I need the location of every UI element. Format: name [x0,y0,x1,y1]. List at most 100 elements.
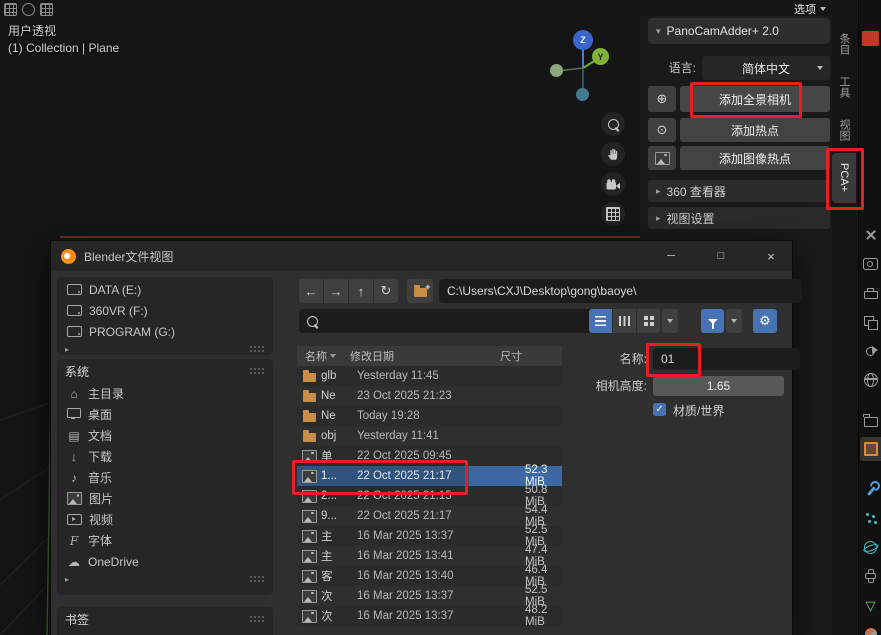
shading-icon[interactable] [40,3,53,16]
editor-badge-icon[interactable] [862,31,879,46]
sidebar-item-music[interactable]: ♪音乐 [57,467,273,488]
move-view-button[interactable] [601,142,625,166]
options-dropdown[interactable]: 选项 [794,1,826,17]
sidebar-item-video[interactable]: 视频 [57,509,273,530]
sidebar-item-desktop[interactable]: 桌面 [57,404,273,425]
gizmo-y-axis[interactable]: Y [592,48,609,65]
npanel-tab-tool[interactable]: 工具 [832,67,856,107]
path-input[interactable] [447,284,794,298]
file-row[interactable]: 次16 Mar 2025 13:3748.2 MiB [297,606,562,626]
viewer-360-section[interactable]: ▸ 360 查看器 [648,180,830,202]
dialog-titlebar[interactable]: Blender文件视图 ─ □ × [51,241,792,271]
up-button[interactable]: ↑ [349,279,373,303]
image-hotspot-icon-button[interactable] [648,146,676,170]
navigation-gizmo[interactable]: Z Y [538,24,630,110]
gizmo-z-axis[interactable]: Z [573,30,593,50]
back-button[interactable]: ← [299,279,323,303]
volume-item[interactable]: PROGRAM (G:) [57,321,273,342]
bookmarks-header[interactable]: 书签 [57,607,273,631]
sidebar-item-home[interactable]: ⌂主目录 [57,383,273,404]
addon-panel-header[interactable]: ▾ PanoCamAdder+ 2.0 [648,18,830,44]
material-world-checkbox[interactable]: ✓ [653,403,666,416]
render-tab[interactable] [860,252,881,276]
search-field[interactable] [299,309,602,333]
add-hotspot-button[interactable]: 添加热点 [680,118,830,142]
world-tab[interactable] [860,368,881,392]
filter-button[interactable] [701,309,724,333]
column-date[interactable]: 修改日期 [350,348,394,364]
sidebar-item-cloud[interactable]: ☁OneDrive [57,551,273,572]
maximize-button[interactable]: □ [700,241,742,271]
constraints-icon [868,569,874,583]
npanel-tab-item[interactable]: 条目 [832,24,856,64]
file-row[interactable]: 主16 Mar 2025 13:3752.5 MiB [297,526,562,546]
search-input[interactable] [324,314,594,328]
constraints-tab[interactable] [860,564,881,588]
object-tab[interactable] [860,437,881,461]
language-dropdown[interactable]: 简体中文 [702,56,830,80]
grip-icon[interactable] [249,345,265,353]
file-row[interactable]: 客16 Mar 2025 13:4046.4 MiB [297,566,562,586]
view-layer-tab[interactable] [860,310,881,334]
create-folder-button[interactable]: + [407,279,433,303]
tool-tab[interactable] [860,223,881,247]
zoom-button[interactable] [601,112,625,136]
hotspot-icon-button[interactable]: ⊙ [648,118,676,142]
sidebar-item-image[interactable]: 图片 [57,488,273,509]
expand-more-icon[interactable]: ▸ [65,575,69,584]
add-pano-camera-button[interactable]: 添加全景相机 [680,86,830,112]
file-date: 22 Oct 2025 09:45 [357,450,469,462]
volume-item[interactable]: DATA (E:) [57,279,273,300]
add-camera-icon-button[interactable]: ⊕ [648,86,676,112]
add-image-hotspot-button[interactable]: 添加图像热点 [680,146,830,170]
file-row[interactable]: objYesterday 11:41 [297,426,562,446]
close-button[interactable]: × [750,241,792,271]
gizmo-minus-x-axis[interactable] [550,64,563,77]
npanel-tab-pca[interactable]: PCA+ [832,153,856,203]
expand-more-icon[interactable]: ▸ [65,345,69,354]
file-row[interactable]: 1...22 Oct 2025 21:1752.3 MiB [297,466,562,486]
file-row[interactable]: 主16 Mar 2025 13:4147.4 MiB [297,546,562,566]
material-tab[interactable] [860,622,881,635]
particles-tab[interactable] [860,506,881,530]
gizmo-minus-z-axis[interactable] [576,88,589,101]
thumbnail-view-button[interactable] [637,309,660,333]
minimize-button[interactable]: ─ [650,241,692,271]
data-tab[interactable]: ▽ [860,593,881,617]
camera-height-field[interactable]: 1.65 [653,376,784,396]
file-row[interactable]: NeToday 19:28 [297,406,562,426]
scene-tab[interactable] [860,339,881,363]
display-options-dropdown[interactable] [662,309,678,333]
output-tab[interactable] [860,281,881,305]
path-field[interactable] [439,279,802,303]
physics-tab[interactable] [860,535,881,559]
sidebar-item-font[interactable]: F字体 [57,530,273,551]
file-row[interactable]: 2...22 Oct 2025 21:1550.8 MiB [297,486,562,506]
orthographic-toggle-button[interactable] [601,202,625,226]
npanel-tab-view[interactable]: 视图 [832,110,856,150]
settings-button[interactable]: ⚙ [753,309,777,333]
file-row[interactable]: 次16 Mar 2025 13:3752.5 MiB [297,586,562,606]
file-row[interactable]: 单22 Oct 2025 09:45 [297,446,562,466]
detail-view-button[interactable] [613,309,636,333]
view-settings-section[interactable]: ▸ 视图设置 [648,207,830,229]
name-input[interactable] [661,352,792,366]
list-view-button[interactable] [589,309,612,333]
file-row[interactable]: 9...22 Oct 2025 21:1754.4 MiB [297,506,562,526]
collection-tab[interactable] [860,408,881,432]
name-field[interactable] [653,348,800,370]
sidebar-item-download[interactable]: ↓下载 [57,446,273,467]
forward-button[interactable]: → [324,279,348,303]
editor-type-icon[interactable] [4,3,17,16]
volume-item[interactable]: 360VR (F:) [57,300,273,321]
sidebar-item-document[interactable]: ▤文档 [57,425,273,446]
mode-icon[interactable] [22,3,35,16]
camera-view-button[interactable] [601,172,625,196]
grip-icon[interactable] [249,575,265,583]
grid-icon [606,207,620,221]
refresh-button[interactable]: ↻ [374,279,398,303]
modifiers-tab[interactable] [860,477,881,501]
system-header[interactable]: 系统 [57,359,273,383]
column-name[interactable]: 名称 [305,348,336,364]
filter-options-dropdown[interactable] [726,309,742,333]
